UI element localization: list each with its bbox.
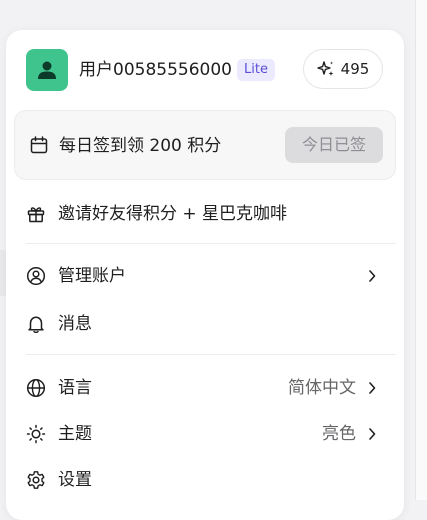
user-circle-icon — [26, 266, 46, 286]
gift-icon — [26, 204, 46, 224]
menu-item-messages[interactable]: 消息 — [6, 302, 404, 346]
points-button[interactable]: 495 — [303, 49, 383, 89]
points-count: 495 — [340, 60, 370, 78]
sun-icon — [26, 424, 46, 444]
chevron-right-icon — [367, 381, 377, 395]
chevron-right-icon — [367, 269, 377, 283]
theme-value: 亮色 — [322, 424, 356, 444]
checkin-text: 每日签到领 200 积分 — [59, 136, 222, 156]
menu-item-label: 邀请好友得积分 + 星巴克咖啡 — [58, 204, 288, 224]
menu-item-invite[interactable]: 邀请好友得积分 + 星巴克咖啡 — [6, 192, 404, 236]
language-value: 简体中文 — [288, 378, 356, 398]
user-header: 用户00585556000 Lite 495 — [6, 30, 404, 110]
bell-icon — [26, 314, 46, 334]
menu-item-label: 主题 — [58, 424, 92, 444]
username: 用户00585556000 — [79, 60, 232, 80]
divider — [26, 243, 396, 244]
globe-icon — [26, 378, 46, 398]
menu-item-label: 设置 — [58, 470, 92, 490]
calendar-icon — [29, 135, 49, 155]
menu-item-label: 管理账户 — [58, 266, 126, 286]
menu-item-theme[interactable]: 主题 亮色 — [6, 412, 404, 456]
menu-item-label: 语言 — [58, 378, 92, 398]
sparkle-icon — [316, 61, 334, 76]
daily-checkin-card: 每日签到领 200 积分 今日已签 — [14, 110, 396, 180]
plan-badge: Lite — [237, 59, 275, 81]
person-icon — [38, 61, 56, 79]
menu-item-settings[interactable]: 设置 — [6, 458, 404, 502]
divider — [26, 354, 396, 355]
chevron-right-icon — [367, 427, 377, 441]
gear-icon — [26, 470, 46, 490]
user-menu-panel: 用户00585556000 Lite 495 每日签到领 200 积分 今日已签 — [6, 30, 404, 520]
menu-item-language[interactable]: 语言 简体中文 — [6, 366, 404, 410]
avatar[interactable] — [26, 49, 68, 91]
menu-item-account[interactable]: 管理账户 — [6, 254, 404, 298]
background-pane — [415, 0, 427, 500]
menu-item-label: 消息 — [58, 314, 92, 334]
checkin-button[interactable]: 今日已签 — [285, 127, 383, 163]
